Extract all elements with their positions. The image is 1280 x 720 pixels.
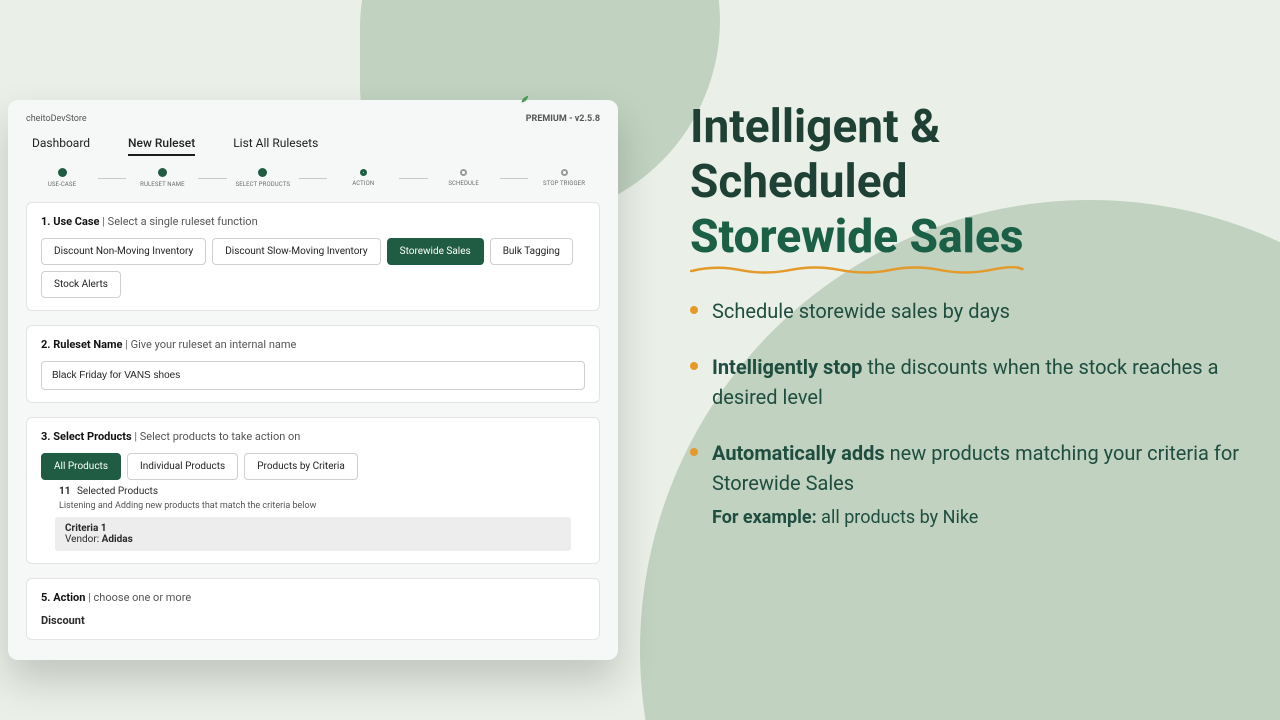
rulesetname-title-text: 2. Ruleset Name <box>41 338 122 351</box>
tab-list-rulesets[interactable]: List All Rulesets <box>233 136 318 156</box>
promo-example-text: all products by Nike <box>817 507 979 528</box>
wizard-stepper: USE-CASE RULESET NAME SELECT PRODUCTS AC… <box>26 168 600 188</box>
selected-count: 11 Selected Products <box>41 480 585 501</box>
section-usecase: 1. Use Case | Select a single ruleset fu… <box>26 202 600 311</box>
app-logo <box>520 94 533 104</box>
step-action: ACTION <box>352 180 374 187</box>
promo-heading: Intelligent & Scheduled Storewide Sales <box>690 100 1260 266</box>
plan-badge: PREMIUM - v2.5.8 <box>526 114 600 124</box>
criteria-line: Vendor: Adidas <box>65 534 561 545</box>
promo-bullet-1-text: Schedule storewide sales by days <box>712 299 1010 323</box>
products-title-text: 3. Select Products <box>41 430 132 443</box>
promo-example-label: For example: <box>712 507 817 528</box>
promo-highlight-text: Storewide Sales <box>690 210 1024 264</box>
usecase-opt-bulktag[interactable]: Bulk Tagging <box>490 238 573 265</box>
app-window: cheitoDevStore PREMIUM - v2.5.8 Dashboar… <box>8 100 618 660</box>
action-title: 5. Action | choose one or more <box>41 591 585 604</box>
leaf-icon <box>520 94 530 104</box>
section-ruleset-name: 2. Ruleset Name | Give your ruleset an i… <box>26 325 600 403</box>
mode-by-criteria[interactable]: Products by Criteria <box>244 453 358 480</box>
promo-bullet-3-bold: Automatically adds <box>712 441 885 465</box>
promo-bullet-2: Intelligently stop the discounts when th… <box>690 352 1260 412</box>
main-tabs: Dashboard New Ruleset List All Rulesets <box>26 136 600 156</box>
usecase-opt-nonmoving[interactable]: Discount Non-Moving Inventory <box>41 238 206 265</box>
promo-line1: Intelligent & <box>690 100 940 154</box>
listening-msg: Listening and Adding new products that m… <box>41 501 585 511</box>
step-stop: STOP TRIGGER <box>543 180 585 187</box>
criteria-value: Adidas <box>102 534 133 545</box>
products-title: 3. Select Products | Select products to … <box>41 430 585 443</box>
action-heading: Discount <box>41 614 585 627</box>
promo-bullet-3: Automatically adds new products matching… <box>690 438 1260 531</box>
promo-example: For example: all products by Nike <box>712 504 1260 531</box>
promo-bullet-2-bold: Intelligently stop <box>712 355 862 379</box>
usecase-sub: Select a single ruleset function <box>108 215 258 228</box>
mode-individual[interactable]: Individual Products <box>127 453 238 480</box>
promo-highlight: Storewide Sales <box>690 210 1024 265</box>
action-sub: choose one or more <box>94 591 192 604</box>
criteria-key: Vendor: <box>65 534 99 545</box>
section-action: 5. Action | choose one or more Discount <box>26 578 600 640</box>
criteria-box: Criteria 1 Vendor: Adidas <box>55 517 571 551</box>
rulesetname-sub: Give your ruleset an internal name <box>131 338 297 351</box>
usecase-title-text: 1. Use Case <box>41 215 100 228</box>
usecase-opt-storewide[interactable]: Storewide Sales <box>387 238 484 265</box>
ruleset-name-input[interactable] <box>41 361 585 390</box>
section-select-products: 3. Select Products | Select products to … <box>26 417 600 564</box>
tab-dashboard[interactable]: Dashboard <box>32 136 90 156</box>
products-sub: Select products to take action on <box>140 430 301 443</box>
selected-count-label: Selected Products <box>77 486 158 497</box>
app-topbar: cheitoDevStore PREMIUM - v2.5.8 <box>26 114 600 124</box>
selected-count-number: 11 <box>59 486 70 497</box>
product-mode-options: All Products Individual Products Product… <box>41 453 585 480</box>
store-name: cheitoDevStore <box>26 114 87 124</box>
step-products: SELECT PRODUCTS <box>236 181 291 188</box>
usecase-title: 1. Use Case | Select a single ruleset fu… <box>41 215 585 228</box>
rulesetname-title: 2. Ruleset Name | Give your ruleset an i… <box>41 338 585 351</box>
promo-bullet-1: Schedule storewide sales by days <box>690 296 1260 326</box>
mode-all-products[interactable]: All Products <box>41 453 121 480</box>
usecase-opt-stockalerts[interactable]: Stock Alerts <box>41 271 121 298</box>
step-schedule: SCHEDULE <box>448 180 479 187</box>
usecase-opt-slowmoving[interactable]: Discount Slow-Moving Inventory <box>212 238 380 265</box>
promo-line2: Scheduled <box>690 155 907 209</box>
step-usecase: USE-CASE <box>48 181 76 188</box>
tab-new-ruleset[interactable]: New Ruleset <box>128 136 195 156</box>
action-title-text: 5. Action <box>41 591 85 604</box>
usecase-options: Discount Non-Moving Inventory Discount S… <box>41 238 585 298</box>
squiggle-underline-icon <box>690 264 1024 274</box>
promo-panel: Intelligent & Scheduled Storewide Sales … <box>690 100 1260 557</box>
criteria-heading: Criteria 1 <box>65 523 561 534</box>
step-name: RULESET NAME <box>140 181 185 188</box>
